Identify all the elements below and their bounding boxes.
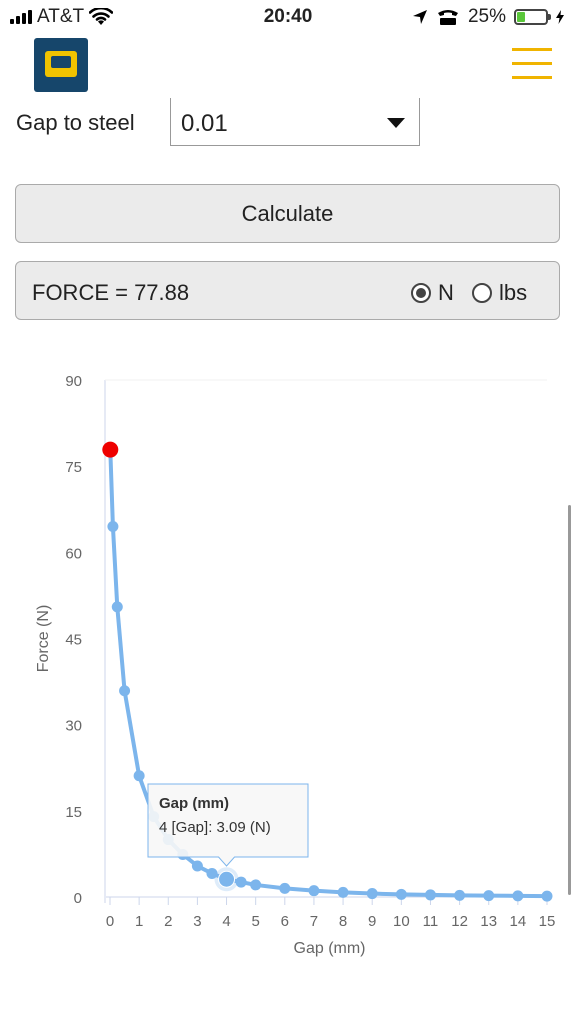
data-point[interactable] bbox=[250, 879, 262, 891]
dropdown-arrow-icon bbox=[387, 118, 405, 128]
data-point[interactable] bbox=[191, 860, 203, 872]
data-point[interactable] bbox=[395, 888, 407, 900]
x-tick-label: 7 bbox=[310, 913, 318, 930]
x-tick-label: 2 bbox=[164, 913, 172, 930]
gap-select[interactable]: 0.01 bbox=[170, 98, 420, 146]
tooltip-text: 4 [Gap]: 3.09 (N) bbox=[159, 819, 271, 836]
status-bar: AT&T 20:40 25% bbox=[0, 0, 576, 34]
calculate-button[interactable]: Calculate bbox=[15, 184, 560, 243]
x-tick-label: 11 bbox=[423, 913, 439, 930]
data-point[interactable] bbox=[111, 601, 123, 613]
unit-radio-lbs[interactable]: lbs bbox=[472, 280, 527, 306]
x-tick-label: 13 bbox=[480, 913, 497, 930]
x-axis-title: Gap (mm) bbox=[294, 940, 366, 957]
gap-to-steel-label: Gap to steel bbox=[16, 110, 135, 135]
y-tick-label: 45 bbox=[65, 632, 82, 649]
y-tick-label: 60 bbox=[65, 545, 82, 562]
data-point[interactable] bbox=[308, 885, 320, 897]
x-tick-label: 1 bbox=[135, 913, 143, 930]
data-point[interactable] bbox=[119, 685, 131, 697]
unit-radio-n[interactable]: N bbox=[411, 280, 454, 306]
force-chart: 01530456075900 1 2 3 4 5 6 7 8 9 10 11 12 13 14 15Gap (… bbox=[35, 373, 556, 957]
x-tick-label: 5 bbox=[251, 913, 259, 930]
y-tick-label: 75 bbox=[65, 459, 82, 476]
x-tick-label: 3 bbox=[193, 913, 201, 930]
data-point[interactable] bbox=[424, 889, 436, 901]
data-point[interactable] bbox=[107, 520, 119, 532]
y-tick-label: 0 bbox=[74, 890, 82, 907]
x-tick-label: 12 bbox=[451, 913, 468, 930]
tty-icon bbox=[437, 10, 458, 25]
charging-icon bbox=[556, 10, 564, 24]
unit-label-lbs: lbs bbox=[499, 280, 528, 305]
y-axis-title: Force (N) bbox=[35, 605, 52, 673]
radio-unchecked-icon[interactable] bbox=[472, 283, 492, 303]
battery-icon bbox=[514, 9, 551, 25]
gap-select-value: 0.01 bbox=[181, 110, 228, 137]
data-point[interactable] bbox=[483, 890, 495, 902]
data-point[interactable] bbox=[541, 890, 553, 902]
scrollbar[interactable] bbox=[568, 505, 571, 895]
battery-percent: 25% bbox=[467, 6, 506, 27]
data-point[interactable] bbox=[366, 888, 378, 900]
logo-icon[interactable] bbox=[34, 38, 88, 92]
data-point[interactable] bbox=[133, 770, 145, 782]
hamburger-menu-icon[interactable] bbox=[512, 46, 552, 82]
data-point[interactable] bbox=[337, 886, 349, 898]
data-point[interactable] bbox=[279, 882, 291, 894]
tooltip-title: Gap (mm) bbox=[159, 795, 229, 812]
x-tick-label: 8 bbox=[339, 913, 347, 930]
result-box: FORCE = 77.88 N lbs bbox=[15, 261, 560, 320]
x-tick-label: 10 bbox=[393, 913, 410, 930]
force-result: FORCE = 77.88 bbox=[32, 280, 190, 305]
x-tick-label: 15 bbox=[539, 913, 556, 930]
unit-label-n: N bbox=[438, 280, 454, 305]
status-right: 25% bbox=[412, 6, 564, 28]
data-point[interactable] bbox=[512, 890, 524, 902]
x-tick-label: 9 bbox=[368, 913, 376, 930]
current-value-point[interactable] bbox=[102, 441, 119, 458]
x-tick-label: 4 bbox=[222, 913, 230, 930]
x-tick-label: 0 bbox=[106, 913, 114, 930]
data-point[interactable] bbox=[454, 889, 466, 901]
x-tick-label: 14 bbox=[510, 913, 527, 930]
hover-point[interactable] bbox=[218, 870, 236, 888]
app-header bbox=[0, 34, 576, 96]
y-tick-label: 30 bbox=[65, 718, 82, 735]
y-tick-label: 90 bbox=[65, 373, 82, 390]
x-tick-label: 6 bbox=[281, 913, 289, 930]
y-tick-label: 15 bbox=[65, 804, 82, 821]
radio-checked-icon[interactable] bbox=[411, 283, 431, 303]
location-icon bbox=[412, 10, 427, 24]
